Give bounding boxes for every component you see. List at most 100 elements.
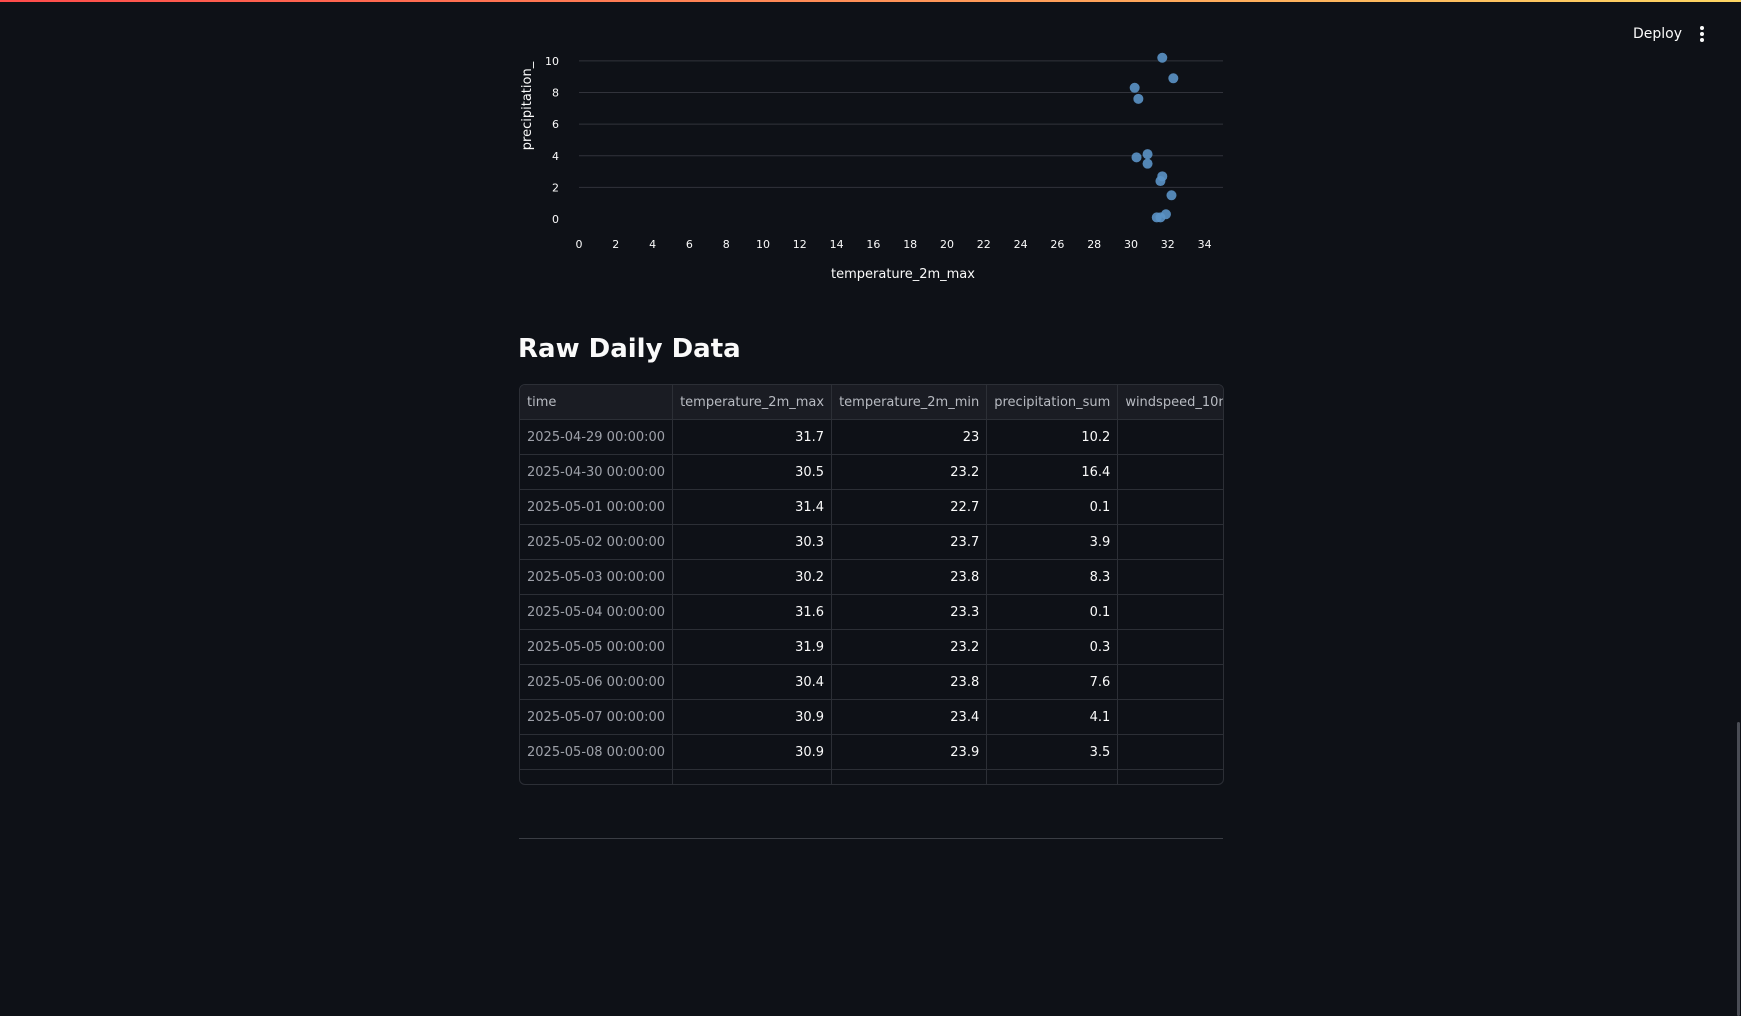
table-cell[interactable]: 3.5 bbox=[986, 734, 1119, 770]
table-cell[interactable]: 31.7 bbox=[672, 419, 833, 455]
table-cell[interactable] bbox=[1117, 769, 1223, 784]
table-cell[interactable]: 0.3 bbox=[986, 629, 1119, 665]
table-cell[interactable]: 30.9 bbox=[672, 699, 833, 735]
table-cell[interactable]: 31.6 bbox=[672, 594, 833, 630]
table-cell[interactable]: 23.8 bbox=[831, 664, 988, 700]
menu-dot bbox=[1700, 26, 1704, 30]
data-table[interactable]: time temperature_2m_max temperature_2m_m… bbox=[519, 384, 1224, 785]
table-cell[interactable]: 30.4 bbox=[672, 664, 833, 700]
table-cell[interactable]: 9 bbox=[1117, 664, 1223, 700]
x-tick-label: 12 bbox=[793, 238, 807, 251]
table-row: 2025-04-30 00:00:0030.523.216.49.6 bbox=[520, 454, 1223, 490]
y-tick-label: 2 bbox=[552, 181, 559, 194]
table-row: 2025-05-05 00:00:0031.923.20.311.8 bbox=[520, 629, 1223, 665]
table-cell[interactable]: 11 bbox=[1117, 524, 1223, 560]
table-cell[interactable]: 23.9 bbox=[831, 734, 988, 770]
table-cell[interactable]: 2025-05-04 00:00:00 bbox=[520, 594, 674, 630]
section-title: Raw Daily Data bbox=[518, 334, 741, 364]
scatter-point[interactable] bbox=[1133, 93, 1144, 104]
table-cell[interactable]: 4.1 bbox=[986, 699, 1119, 735]
x-tick-label: 24 bbox=[1014, 238, 1028, 251]
table-cell[interactable]: 9.6 bbox=[1117, 454, 1223, 490]
scatter-point[interactable] bbox=[1129, 82, 1140, 93]
scrollbar-thumb[interactable] bbox=[1737, 722, 1740, 1016]
table-cell[interactable]: 2025-05-08 00:00:00 bbox=[520, 734, 674, 770]
table-cell[interactable]: 11.6 bbox=[1117, 489, 1223, 525]
y-tick-label: 0 bbox=[552, 213, 559, 226]
column-header-temperature-max[interactable]: temperature_2m_max bbox=[672, 385, 833, 420]
x-tick-label: 4 bbox=[649, 238, 656, 251]
scatter-point[interactable] bbox=[1142, 158, 1153, 169]
table-cell[interactable]: 0.1 bbox=[986, 594, 1119, 630]
table-cell[interactable]: 2025-04-30 00:00:00 bbox=[520, 454, 674, 490]
column-header-temperature-min[interactable]: temperature_2m_min bbox=[831, 385, 988, 420]
table-cell[interactable]: 8.2 bbox=[1117, 734, 1223, 770]
table-cell[interactable]: 0.1 bbox=[986, 489, 1119, 525]
scatter-point[interactable] bbox=[1160, 209, 1171, 220]
scatter-point[interactable] bbox=[1166, 190, 1177, 201]
scatter-point[interactable] bbox=[1131, 152, 1142, 163]
table-cell[interactable] bbox=[986, 769, 1119, 784]
x-tick-label: 22 bbox=[977, 238, 991, 251]
table-cell[interactable]: 7.6 bbox=[986, 664, 1119, 700]
table-cell[interactable]: 11.8 bbox=[1117, 629, 1223, 665]
scrollbar[interactable] bbox=[1735, 0, 1741, 1016]
table-row: 2025-05-03 00:00:0030.223.88.312.4 bbox=[520, 559, 1223, 595]
table-row: 2025-05-02 00:00:0030.323.73.911 bbox=[520, 524, 1223, 560]
table-cell[interactable]: 23.7 bbox=[831, 524, 988, 560]
table-cell[interactable]: 2025-04-29 00:00:00 bbox=[520, 419, 674, 455]
table-cell[interactable]: 23 bbox=[831, 419, 988, 455]
table-cell[interactable]: 30.3 bbox=[672, 524, 833, 560]
table-cell[interactable]: 30.9 bbox=[672, 734, 833, 770]
table-cell[interactable]: 11.1 bbox=[1117, 419, 1223, 455]
table-cell[interactable]: 10.2 bbox=[986, 419, 1119, 455]
table-cell[interactable]: 30.5 bbox=[672, 454, 833, 490]
scatter-point[interactable] bbox=[1155, 176, 1166, 187]
table-cell[interactable] bbox=[520, 769, 674, 784]
table-cell[interactable]: 30.2 bbox=[672, 559, 833, 595]
table-cell[interactable]: 8.3 bbox=[986, 559, 1119, 595]
scatter-point[interactable] bbox=[1157, 52, 1168, 63]
table-cell[interactable]: 16.4 bbox=[986, 454, 1119, 490]
table-cell[interactable] bbox=[672, 769, 833, 784]
y-tick-label: 8 bbox=[552, 87, 559, 100]
table-cell[interactable]: 2025-05-01 00:00:00 bbox=[520, 489, 674, 525]
table-cell[interactable]: 11.2 bbox=[1117, 699, 1223, 735]
column-header-windspeed[interactable]: windspeed_10m_max bbox=[1117, 385, 1223, 420]
table-cell[interactable]: 31.9 bbox=[672, 629, 833, 665]
x-tick-label: 34 bbox=[1198, 238, 1212, 251]
table-cell[interactable]: 2025-05-03 00:00:00 bbox=[520, 559, 674, 595]
kebab-menu-icon[interactable] bbox=[1696, 26, 1708, 46]
table-cell[interactable]: 23.8 bbox=[831, 559, 988, 595]
table-cell[interactable]: 23.3 bbox=[831, 594, 988, 630]
x-tick-label: 20 bbox=[940, 238, 954, 251]
top-decoration-bar bbox=[0, 0, 1741, 2]
table-cell[interactable]: 2025-05-06 00:00:00 bbox=[520, 664, 674, 700]
table-cell[interactable]: 23.2 bbox=[831, 454, 988, 490]
table-cell[interactable]: 2025-05-07 00:00:00 bbox=[520, 699, 674, 735]
x-axis-label: temperature_2m_max bbox=[831, 267, 975, 282]
table-cell[interactable] bbox=[831, 769, 988, 784]
scatter-point[interactable] bbox=[1142, 149, 1153, 160]
table-row: 2025-05-07 00:00:0030.923.44.111.2 bbox=[520, 699, 1223, 735]
scatter-point[interactable] bbox=[1168, 73, 1179, 84]
x-tick-label: 2 bbox=[612, 238, 619, 251]
table-cell[interactable]: 31.4 bbox=[672, 489, 833, 525]
table-cell[interactable]: 23.2 bbox=[831, 629, 988, 665]
table-cell[interactable]: 2025-05-05 00:00:00 bbox=[520, 629, 674, 665]
table-cell[interactable]: 23.4 bbox=[831, 699, 988, 735]
column-header-precipitation[interactable]: precipitation_sum bbox=[986, 385, 1119, 420]
x-tick-label: 14 bbox=[830, 238, 844, 251]
table-cell[interactable]: 13.9 bbox=[1117, 594, 1223, 630]
table-cell[interactable]: 3.9 bbox=[986, 524, 1119, 560]
menu-dot bbox=[1700, 32, 1704, 36]
table-cell[interactable]: 12.4 bbox=[1117, 559, 1223, 595]
divider bbox=[519, 838, 1223, 839]
table-row: 2025-05-01 00:00:0031.422.70.111.6 bbox=[520, 489, 1223, 525]
column-header-time[interactable]: time bbox=[520, 385, 674, 420]
deploy-button[interactable]: Deploy bbox=[1633, 26, 1682, 42]
table-row: 2025-04-29 00:00:0031.72310.211.1 bbox=[520, 419, 1223, 455]
y-axis-label: precipitation_ bbox=[520, 61, 535, 150]
table-cell[interactable]: 22.7 bbox=[831, 489, 988, 525]
table-cell[interactable]: 2025-05-02 00:00:00 bbox=[520, 524, 674, 560]
